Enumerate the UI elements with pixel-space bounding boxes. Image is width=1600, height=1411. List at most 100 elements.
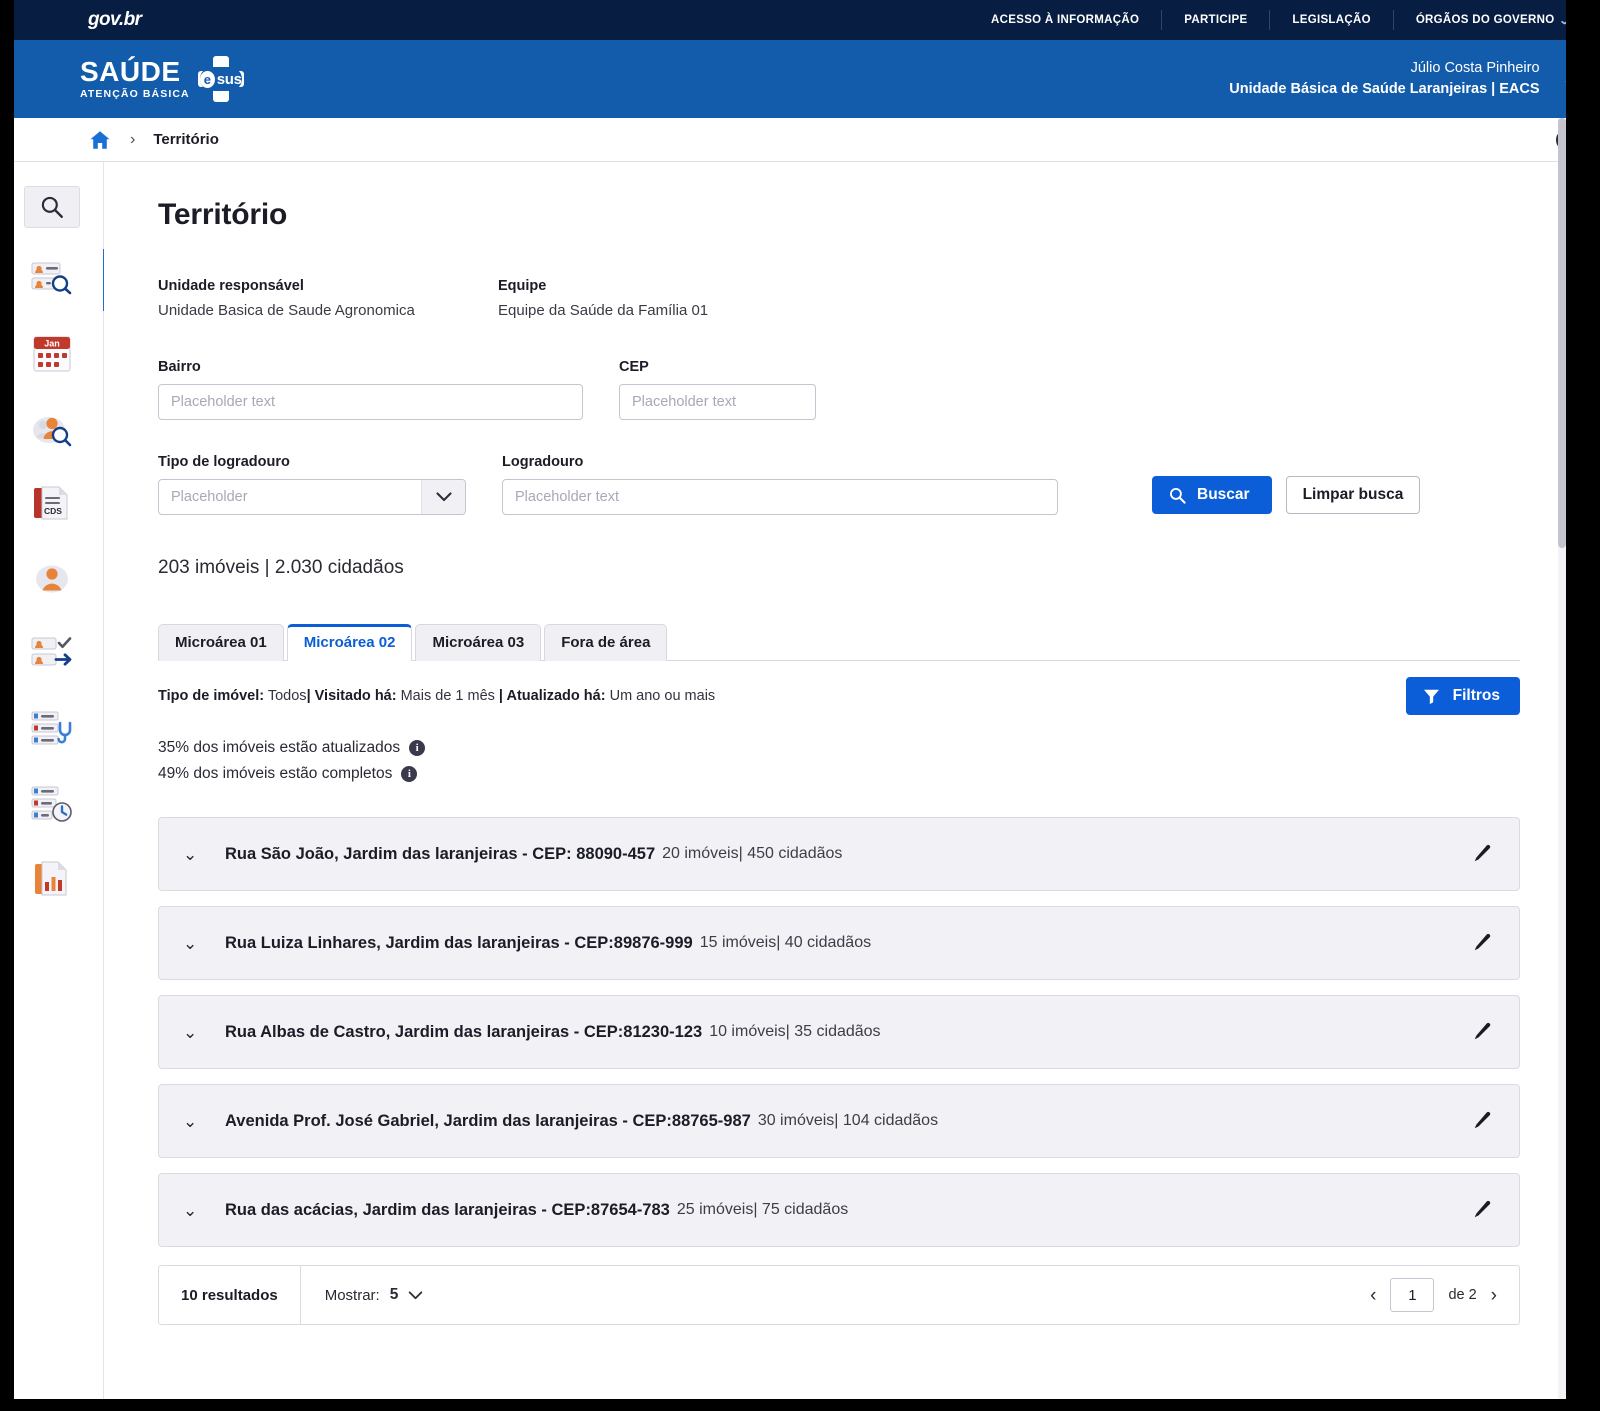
stat-completos-text: 49% dos imóveis estão completos: [158, 765, 393, 782]
edit-street-button[interactable]: [1467, 1017, 1497, 1047]
street-meta: 10 imóveis| 35 cidadãos: [709, 1023, 881, 1040]
sidebar-item-relatorios[interactable]: [24, 855, 80, 903]
tab-fora-de-area[interactable]: Fora de área: [544, 624, 668, 661]
govbr-nav-legislacao[interactable]: LEGISLAÇÃO: [1270, 10, 1394, 30]
svg-text:Jan: Jan: [44, 339, 60, 349]
next-page-button[interactable]: ›: [1491, 1286, 1497, 1305]
user-info: Júlio Costa Pinheiro Unidade Básica de S…: [1229, 58, 1539, 100]
tipo-logradouro-field-group: Tipo de logradouro Placeholder: [158, 454, 466, 515]
prev-page-button[interactable]: ‹: [1370, 1286, 1376, 1305]
cds-document-icon: CDS: [33, 486, 67, 520]
bairro-input[interactable]: [158, 384, 583, 420]
page-number-input[interactable]: [1390, 1278, 1435, 1312]
chevron-down-icon[interactable]: [408, 1290, 423, 1300]
esus-logo[interactable]: SAÚDE ATENÇÃO BÁSICA e sus: [80, 56, 244, 102]
edit-street-button[interactable]: [1467, 1195, 1497, 1225]
filter-key-atualizado: | Atualizado há:: [498, 688, 606, 704]
govbr-nav-participe[interactable]: PARTICIPE: [1162, 10, 1271, 30]
edit-street-button[interactable]: [1467, 839, 1497, 869]
tipo-logradouro-select[interactable]: Placeholder: [158, 479, 466, 515]
filtros-button-label: Filtros: [1452, 687, 1500, 704]
svg-text:CDS: CDS: [44, 506, 62, 516]
table-row[interactable]: ⌄ Avenida Prof. José Gabriel, Jardim das…: [158, 1084, 1520, 1158]
sidebar-item-cidadao[interactable]: [24, 249, 108, 311]
govbr-topbar: gov.br ACESSO À INFORMAÇÃO PARTICIPE LEG…: [0, 0, 1600, 40]
buscar-button[interactable]: Buscar: [1152, 476, 1272, 514]
table-row[interactable]: ⌄ Rua das acácias, Jardim das laranjeira…: [158, 1173, 1520, 1247]
info-icon[interactable]: i: [409, 740, 426, 756]
tab-microarea-02[interactable]: Microárea 02: [286, 624, 413, 661]
chevron-down-icon[interactable]: ⌄: [183, 1113, 205, 1130]
info-icon[interactable]: i: [401, 766, 418, 782]
chevron-down-icon[interactable]: ⌄: [183, 846, 205, 863]
bairro-label: Bairro: [158, 359, 201, 375]
street-meta: 25 imóveis| 75 cidadãos: [676, 1201, 849, 1218]
home-icon[interactable]: [88, 129, 112, 151]
page-size-value: 5: [389, 1286, 399, 1303]
user-unit: Unidade Básica de Saúde Laranjeiras | EA…: [1229, 81, 1540, 97]
chevron-down-icon[interactable]: ⌄: [183, 935, 205, 952]
responsible-info: Unidade responsável Unidade Basica de Sa…: [158, 278, 1520, 319]
breadcrumb-current: Território: [153, 131, 219, 148]
govbr-nav-label: ACESSO À INFORMAÇÃO: [991, 14, 1140, 26]
calendar-icon: Jan: [33, 336, 70, 372]
sidebar-item-agenda[interactable]: Jan: [24, 330, 80, 378]
microarea-tabs: Microárea 01 Microárea 02 Microárea 03 F…: [158, 623, 1520, 661]
sidebar: Jan CDS: [0, 162, 108, 1410]
breadcrumb-separator: ›: [130, 130, 136, 148]
table-row[interactable]: ⌄ Rua Luiza Linhares, Jardim das laranje…: [158, 906, 1520, 980]
govbr-logo[interactable]: gov.br: [88, 9, 142, 31]
chevron-down-icon[interactable]: [421, 480, 465, 514]
active-filters-bar: Tipo de imóvel: Todos| Visitado há: Mais…: [158, 677, 1520, 715]
chevron-down-icon[interactable]: ⌄: [183, 1202, 205, 1219]
sidebar-item-search[interactable]: [23, 186, 80, 228]
brand-header: SAÚDE ATENÇÃO BÁSICA e sus Júlio Costa Pi…: [0, 40, 1600, 118]
govbr-nav-acesso-informacao[interactable]: ACESSO À INFORMAÇÃO: [969, 10, 1163, 30]
search-actions: Buscar Limpar busca: [1152, 476, 1421, 515]
sidebar-item-atendimento[interactable]: [24, 630, 80, 678]
sidebar-item-lista-espera[interactable]: [24, 780, 80, 828]
sidebar-item-cds[interactable]: CDS: [24, 480, 80, 528]
edit-street-button[interactable]: [1467, 1106, 1497, 1136]
main-content: Território Unidade responsável Unidade B…: [104, 162, 1600, 1410]
health-cross-icon: e sus: [197, 56, 244, 102]
tab-label: Microárea 01: [175, 634, 267, 651]
govbr-nav-orgaos-governo[interactable]: ÓRGÃOS DO GOVERNO ⌄: [1394, 10, 1580, 30]
cep-field-group: CEP: [619, 359, 816, 420]
street-name: Avenida Prof. José Gabriel, Jardim das l…: [225, 1111, 751, 1130]
tab-microarea-03[interactable]: Microárea 03: [415, 624, 542, 661]
sidebar-item-grupos[interactable]: [24, 405, 80, 453]
limpar-busca-button[interactable]: Limpar busca: [1285, 476, 1421, 514]
esus-badge: e sus: [199, 67, 242, 91]
stats-block: 35% dos imóveis estão atualizados i 49% …: [158, 739, 1520, 783]
filter-val-atualizado: Um ano ou mais: [605, 688, 716, 704]
table-row[interactable]: ⌄ Rua Albas de Castro, Jardim das laranj…: [158, 995, 1520, 1069]
sidebar-item-lista-atendimento[interactable]: [24, 705, 80, 753]
chevron-down-glyph: [435, 492, 452, 502]
street-name: Rua Albas de Castro, Jardim das laranjei…: [225, 1022, 703, 1041]
govbr-nav-label: ÓRGÃOS DO GOVERNO: [1415, 14, 1555, 26]
filtros-button[interactable]: Filtros: [1405, 677, 1520, 715]
user-menu[interactable]: Júlio Costa Pinheiro Unidade Básica de S…: [1229, 58, 1582, 100]
esus-sus-text: sus: [216, 70, 242, 88]
pencil-icon: [1474, 1022, 1491, 1040]
team-label: Equipe: [498, 278, 547, 294]
cep-input[interactable]: [619, 384, 816, 420]
group-search-icon: [32, 417, 71, 447]
logradouro-input[interactable]: [502, 479, 1058, 515]
active-filters-text: Tipo de imóvel: Todos| Visitado há: Mais…: [158, 688, 715, 704]
pencil-icon: [1474, 1111, 1491, 1129]
sidebar-item-perfil[interactable]: [24, 555, 80, 603]
tab-microarea-01[interactable]: Microárea 01: [158, 624, 284, 661]
scrollbar-thumb[interactable]: [1558, 118, 1566, 548]
edit-street-button[interactable]: [1467, 928, 1497, 958]
chevron-down-icon[interactable]: ⌄: [183, 1024, 205, 1041]
team-value: Equipe da Saúde da Família 01: [498, 302, 709, 319]
tipo-logradouro-label: Tipo de logradouro: [158, 454, 290, 470]
checkin-transfer-icon: [31, 637, 71, 666]
user-name: Júlio Costa Pinheiro: [1410, 59, 1540, 76]
page-size-selector[interactable]: Mostrar: 5: [301, 1286, 424, 1304]
table-row[interactable]: ⌄ Rua São João, Jardim das laranjeiras -…: [158, 817, 1520, 891]
govbr-nav-label: PARTICIPE: [1184, 14, 1248, 26]
street-meta: 20 imóveis| 450 cidadãos: [662, 845, 843, 862]
